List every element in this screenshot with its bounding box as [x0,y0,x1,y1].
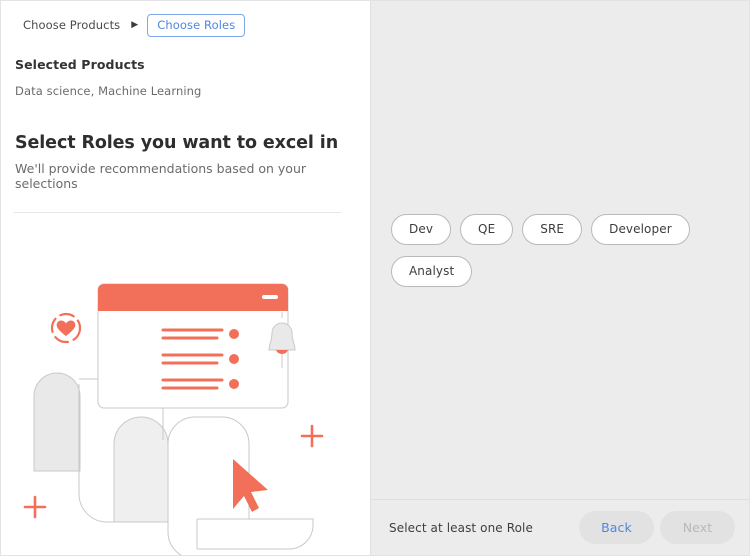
selected-products-label: Selected Products [15,57,145,72]
page-title: Select Roles you want to excel in [15,133,339,153]
role-chip-list: Dev QE SRE Developer Analyst [391,214,731,287]
footer-actions: Back Next [579,511,735,544]
cursor-arrow-icon [233,459,268,512]
browser-window [79,283,289,409]
breadcrumb-step-choose-products[interactable]: Choose Products [23,18,120,32]
selected-products-value: Data science, Machine Learning [15,84,202,98]
back-button[interactable]: Back [579,511,654,544]
minimize-icon [262,295,278,299]
onboarding-illustration [1,259,370,555]
triangle-right-icon: ▶ [131,19,139,30]
page-subtitle: We'll provide recommendations based on y… [15,161,307,191]
left-panel: Choose Products ▶ Choose Roles Selected … [1,1,371,555]
role-chip-qe[interactable]: QE [460,214,514,245]
role-chip-analyst[interactable]: Analyst [391,256,473,287]
role-chip-dev[interactable]: Dev [391,214,452,245]
next-button: Next [660,511,735,544]
role-chip-sre[interactable]: SRE [522,214,583,245]
onboarding-wizard-window: Choose Products ▶ Choose Roles Selected … [0,0,750,556]
section-divider [14,212,341,213]
role-chip-developer[interactable]: Developer [591,214,690,245]
heart-in-dashed-circle-icon [50,312,82,344]
right-panel: Dev QE SRE Developer Analyst Select at l… [371,1,749,555]
validation-message: Select at least one Role [389,520,533,535]
breadcrumb: Choose Products ▶ Choose Roles [1,1,370,38]
wizard-footer: Select at least one Role Back Next [371,499,749,555]
breadcrumb-step-choose-roles[interactable]: Choose Roles [147,13,246,37]
